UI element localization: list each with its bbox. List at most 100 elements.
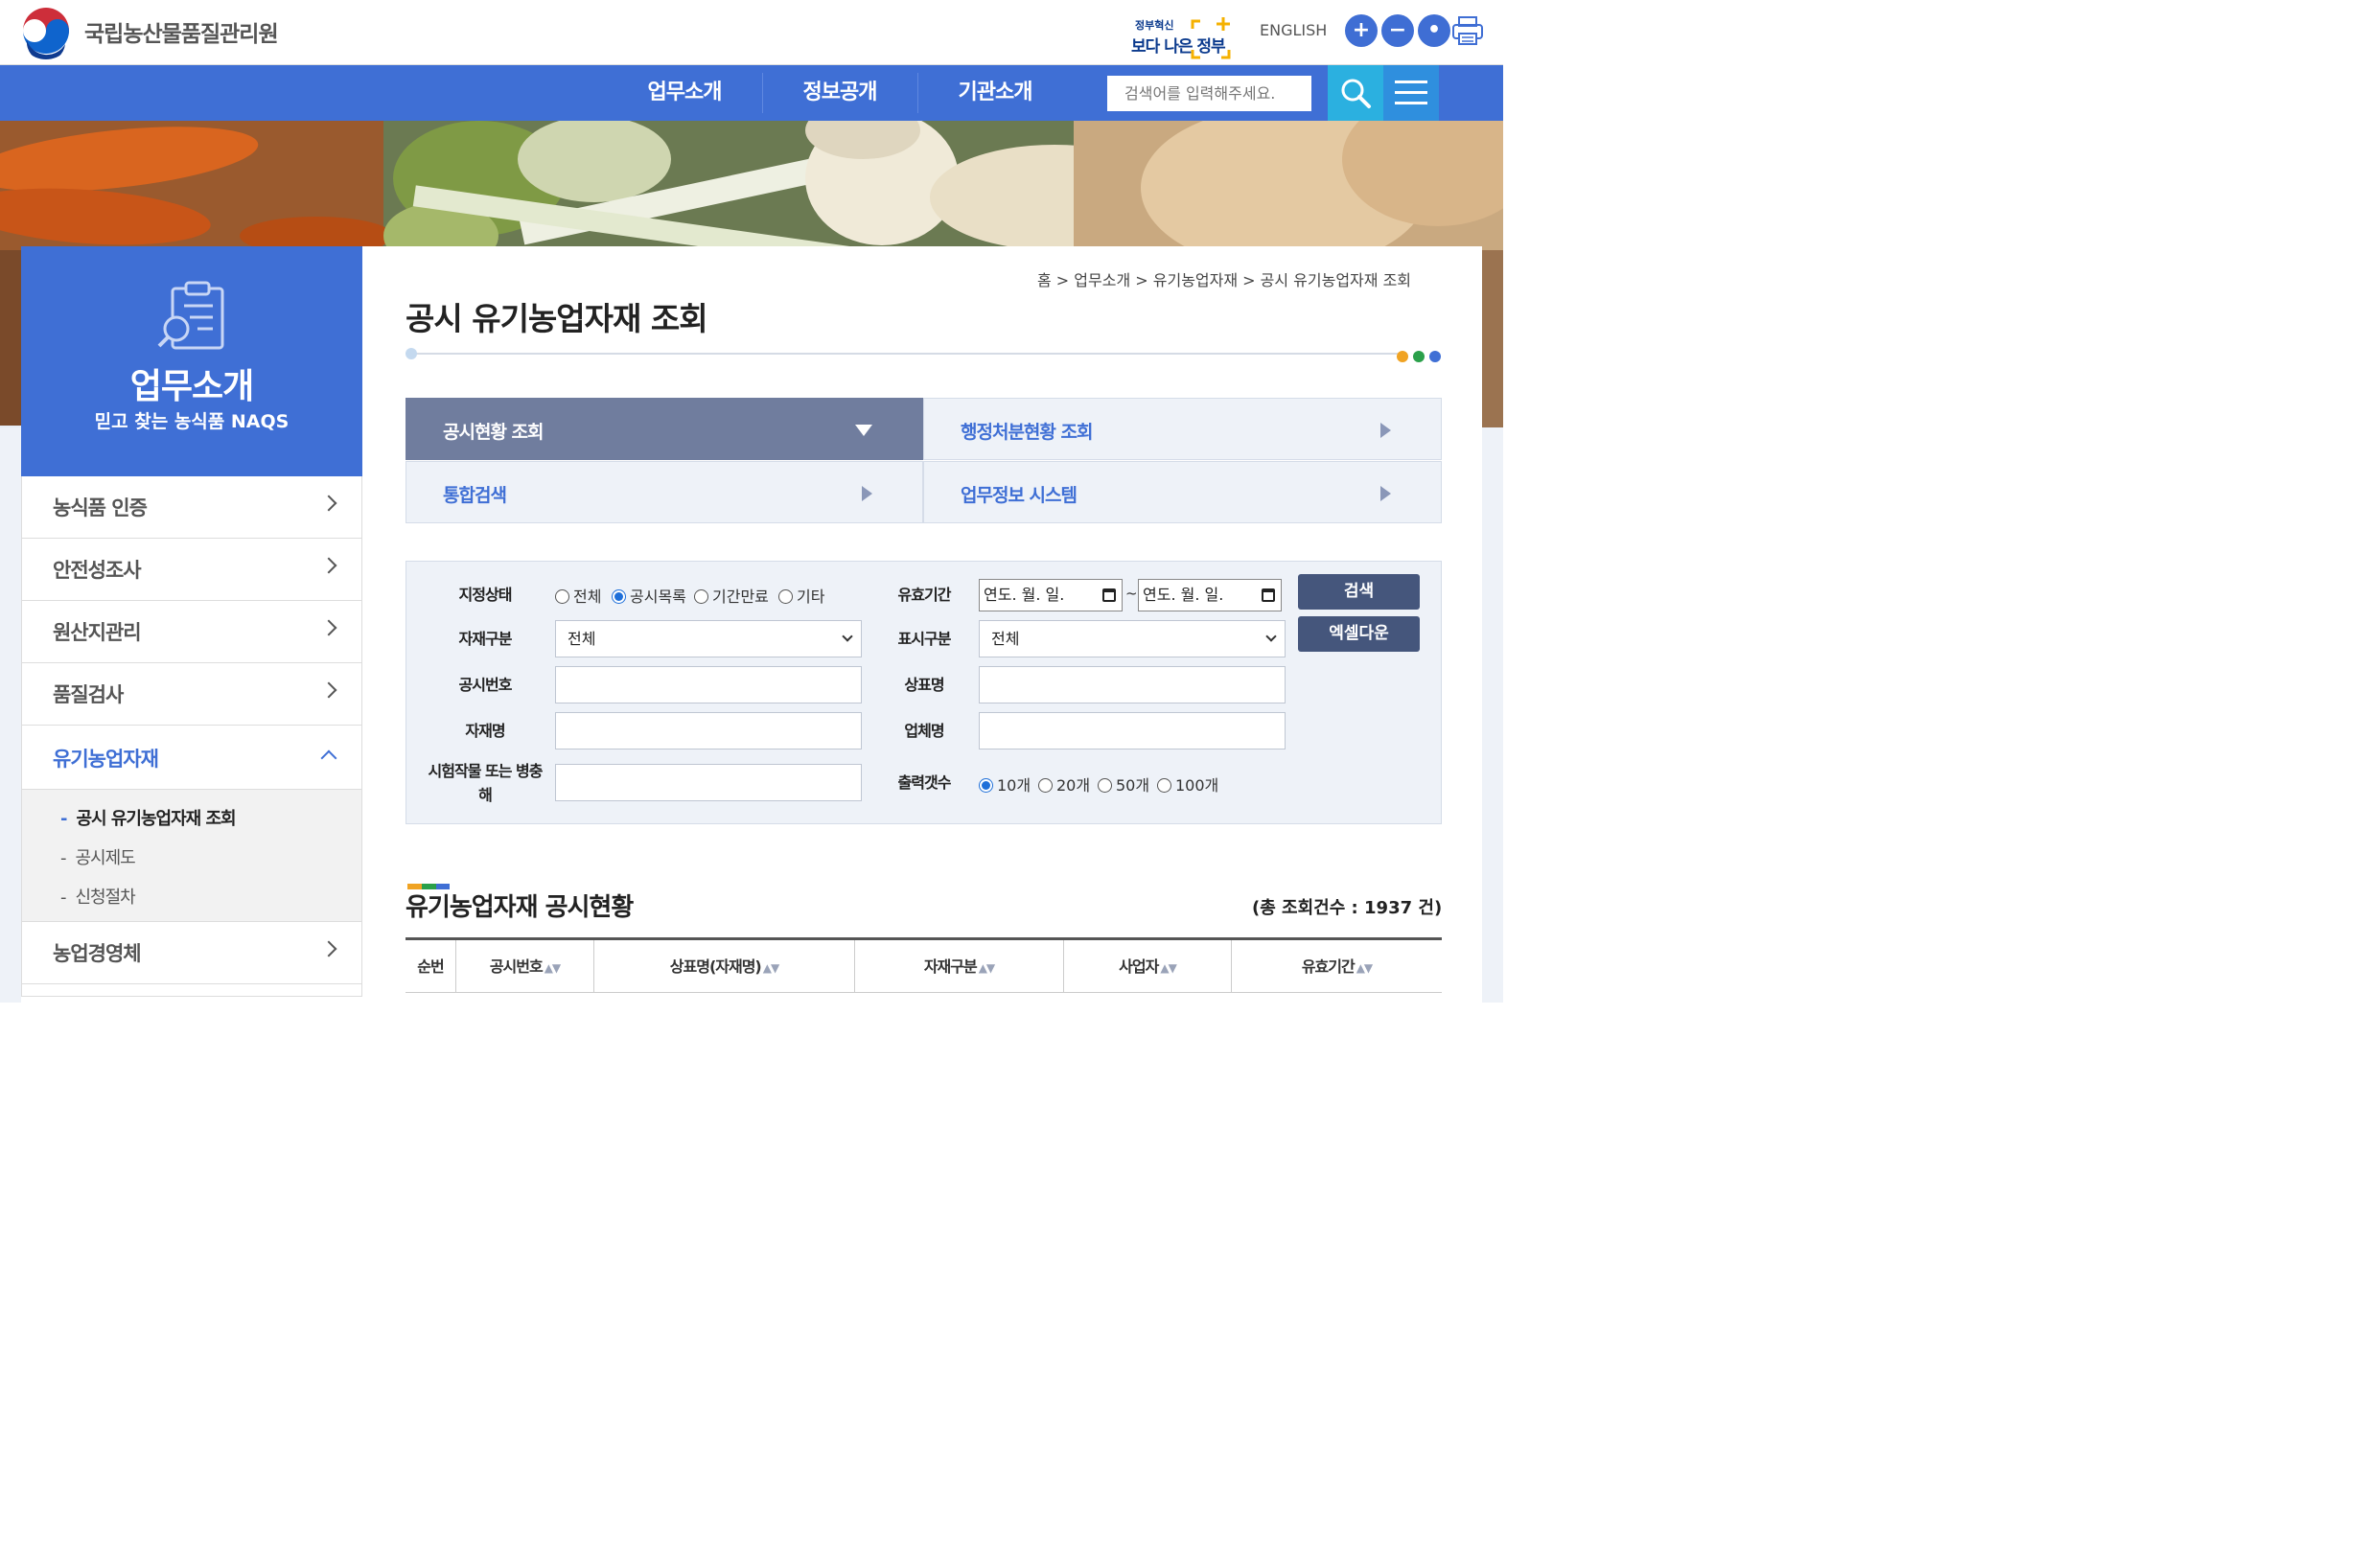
total-count: (총 조회건수 : 1937 건) <box>1252 898 1443 918</box>
print-icon[interactable] <box>1451 14 1484 51</box>
zoom-in-button[interactable]: + <box>1345 14 1378 47</box>
zoom-out-button[interactable]: − <box>1381 14 1414 47</box>
calendar-icon[interactable] <box>1102 588 1116 602</box>
valid-to-date-input[interactable]: 연도. 월. 일. <box>1138 579 1282 611</box>
tab-business-info-system[interactable]: 업무정보 시스템 <box>923 461 1442 523</box>
sort-arrows-icon[interactable]: ▲▼ <box>1356 961 1373 975</box>
search-submit-button[interactable]: 검색 <box>1298 574 1420 610</box>
company-name-label: 업체명 <box>904 722 944 740</box>
sidebar-item-organic-materials[interactable]: 유기농업자재 <box>21 726 362 790</box>
tab-administrative-action[interactable]: 행정처분현황 조회 <box>923 398 1442 460</box>
sidebar-item-label: 안전성조사 <box>53 559 142 582</box>
list-section-title: 유기농업자재 공시현황 <box>406 893 634 922</box>
sidebar-item-farm-business[interactable]: 농업경영체 <box>21 922 362 984</box>
display-type-label: 표시구분 <box>897 630 952 648</box>
valid-period-label: 유효기간 <box>897 586 952 604</box>
notice-number-label: 공시번호 <box>458 676 513 694</box>
count-radio-10[interactable]: 10개 <box>979 772 1031 796</box>
calendar-icon[interactable] <box>1262 588 1275 602</box>
status-radio-other[interactable]: 기타 <box>778 584 824 607</box>
tab-notice-status[interactable]: 공시현황 조회 <box>406 398 923 460</box>
sidebar-item-more <box>21 984 362 997</box>
status-radio-expired[interactable]: 기간만료 <box>694 584 769 607</box>
chevron-right-icon <box>320 681 337 699</box>
material-type-select[interactable]: 전체 <box>555 620 862 657</box>
divider-dot <box>406 348 417 359</box>
submenu-item-label: 공시제도 <box>75 848 136 868</box>
search-button[interactable] <box>1328 65 1383 121</box>
notice-number-input[interactable] <box>555 666 862 703</box>
submenu-item-label: 신청절차 <box>75 888 136 908</box>
column-header-business-operator[interactable]: 사업자 ▲▼ <box>1064 940 1232 993</box>
column-header-no[interactable]: 순번 <box>406 940 456 993</box>
sidebar-item-safety-inspection[interactable]: 안전성조사 <box>21 539 362 601</box>
sidebar-item-food-certification[interactable]: 농식품 인증 <box>21 476 362 539</box>
nav-item-about[interactable]: 기관소개 <box>918 65 1072 121</box>
column-header-material-type[interactable]: 자재구분 ▲▼ <box>855 940 1064 993</box>
submenu-item-label: 공시 유기농업자재 조회 <box>76 809 236 829</box>
table-header: 순번 공시번호 ▲▼ 상표명(자재명) ▲▼ 자재구분 ▲▼ 사업자 ▲▼ 유효기간 ▲▼ <box>406 937 1442 993</box>
submenu-item-application-procedure[interactable]: - 신청절차 <box>60 884 136 909</box>
radio-circle-checked <box>612 589 626 604</box>
material-type-label: 자재구분 <box>458 630 513 648</box>
color-dots-decoration <box>1397 348 1443 366</box>
triangle-right-icon <box>1380 423 1391 438</box>
material-name-label: 자재명 <box>465 722 505 740</box>
sidebar-item-label: 원산지관리 <box>53 621 142 644</box>
count-radio-20[interactable]: 20개 <box>1038 772 1090 796</box>
radio-circle <box>1157 778 1171 793</box>
hamburger-icon <box>1395 81 1427 104</box>
crop-pest-input[interactable] <box>555 764 862 801</box>
sort-arrows-icon[interactable]: ▲▼ <box>763 961 779 975</box>
material-name-input[interactable] <box>555 712 862 749</box>
submenu-item-notice-lookup[interactable]: - 공시 유기농업자재 조회 <box>60 805 237 830</box>
excel-download-button[interactable]: 엑셀다운 <box>1298 616 1420 652</box>
radio-circle <box>1038 778 1053 793</box>
radio-circle <box>778 589 793 604</box>
sidebar-item-label: 농업경영체 <box>53 942 142 965</box>
sidebar-item-origin-management[interactable]: 원산지관리 <box>21 601 362 663</box>
column-header-brand-name[interactable]: 상표명(자재명) ▲▼ <box>594 940 855 993</box>
sidebar-submenu: - 공시 유기농업자재 조회 - 공시제도 - 신청절차 <box>21 790 362 922</box>
chevron-down-icon <box>1265 631 1277 642</box>
sort-arrows-icon[interactable]: ▲▼ <box>545 961 561 975</box>
top-header: 국립농산물품질관리원 정부혁신 보다 나은 정부 ENGLISH + − • <box>0 0 1503 65</box>
display-type-select[interactable]: 전체 <box>979 620 1286 657</box>
output-count-label: 출력갯수 <box>897 773 952 792</box>
sidebar-item-quality-inspection[interactable]: 품질검사 <box>21 663 362 726</box>
column-header-notice-number[interactable]: 공시번호 ▲▼ <box>456 940 594 993</box>
menu-button[interactable] <box>1383 65 1439 121</box>
page-title: 공시 유기농업자재 조회 <box>406 300 708 337</box>
crop-pest-label: 시험작물 또는 병충해 <box>428 762 544 804</box>
site-search-input[interactable] <box>1107 76 1311 111</box>
sort-arrows-icon[interactable]: ▲▼ <box>1160 961 1176 975</box>
government-innovation-badge[interactable]: 정부혁신 보다 나은 정부 <box>1131 13 1237 63</box>
sidebar-item-label: 품질검사 <box>53 683 124 706</box>
submenu-item-notice-system[interactable]: - 공시제도 <box>60 844 136 869</box>
sort-arrows-icon[interactable]: ▲▼ <box>979 961 995 975</box>
company-name-input[interactable] <box>979 712 1286 749</box>
chevron-right-icon <box>320 495 337 512</box>
sidebar-item-label: 농식품 인증 <box>53 496 148 519</box>
column-header-valid-period[interactable]: 유효기간 ▲▼ <box>1232 940 1442 993</box>
right-background <box>1482 427 1503 1003</box>
brand-name-input[interactable] <box>979 666 1286 703</box>
valid-from-date-input[interactable]: 연도. 월. 일. <box>979 579 1123 611</box>
zoom-reset-button[interactable]: • <box>1418 14 1450 47</box>
count-radio-50[interactable]: 50개 <box>1098 772 1149 796</box>
count-radio-100[interactable]: 100개 <box>1157 772 1218 796</box>
breadcrumb: 홈 > 업무소개 > 유기농업자재 > 공시 유기농업자재 조회 <box>1037 271 1412 289</box>
org-name[interactable]: 국립농산물품질관리원 <box>84 15 279 48</box>
nav-item-business[interactable]: 업무소개 <box>608 65 761 121</box>
status-radio-all[interactable]: 전체 <box>555 584 601 607</box>
nav-item-disclosure[interactable]: 정보공개 <box>763 65 916 121</box>
status-radio-notice-list[interactable]: 공시목록 <box>612 584 686 607</box>
tab-label: 공시현황 조회 <box>443 422 544 443</box>
english-link[interactable]: ENGLISH <box>1260 21 1327 39</box>
tab-label: 통합검색 <box>443 485 507 506</box>
sidebar-subtitle: 믿고 찾는 농식품 NAQS <box>94 411 290 432</box>
chevron-right-icon <box>320 557 337 574</box>
tab-integrated-search[interactable]: 통합검색 <box>406 461 923 523</box>
sidebar-item-label: 유기농업자재 <box>53 748 159 771</box>
government-logo[interactable] <box>19 6 73 59</box>
